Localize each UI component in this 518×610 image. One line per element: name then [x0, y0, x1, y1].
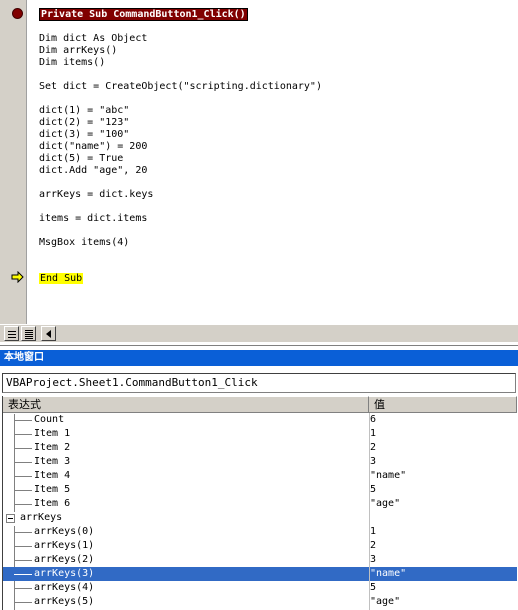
procedure-view-button[interactable] [4, 326, 19, 341]
row-value: "age" [370, 596, 401, 607]
context-path: VBAProject.Sheet1.CommandButton1_Click [2, 373, 516, 393]
scroll-left-arrow-icon[interactable] [41, 326, 56, 341]
row-value: 1 [370, 526, 377, 537]
full-module-view-button[interactable] [21, 326, 36, 341]
code-line[interactable]: dict(3) = "100" [39, 129, 129, 141]
code-line-breakpoint[interactable]: Private Sub CommandButton1_Click() [39, 8, 248, 21]
execution-arrow-icon [11, 271, 24, 283]
row-value: 6 [370, 414, 377, 425]
table-row-selected[interactable]: arrKeys(3) "name" [3, 567, 517, 581]
row-value: "name" [370, 568, 407, 579]
table-row[interactable]: arrKeys(4) 5 [3, 581, 517, 595]
code-line[interactable]: arrKeys = dict.keys [39, 189, 153, 201]
code-line[interactable]: dict(5) = True [39, 153, 123, 165]
table-row[interactable]: Item 5 5 [3, 483, 517, 497]
breakpoint-icon[interactable] [12, 8, 23, 19]
code-line[interactable]: Dim items() [39, 57, 105, 69]
code-line[interactable]: Set dict = CreateObject("scripting.dicti… [39, 81, 322, 93]
row-expression: Item 5 [34, 484, 71, 495]
collapse-icon[interactable] [6, 514, 15, 523]
row-value: 1 [370, 428, 377, 439]
row-expression: arrKeys(5) [34, 596, 95, 607]
row-value: 5 [370, 484, 377, 495]
row-value: 5 [370, 582, 377, 593]
code-line[interactable]: dict(2) = "123" [39, 117, 129, 129]
table-row[interactable]: arrKeys(5) "age" [3, 595, 517, 609]
table-row[interactable]: arrKeys(1) 2 [3, 539, 517, 553]
row-expression: Item 2 [34, 442, 71, 453]
row-expression: arrKeys(3) [34, 568, 95, 579]
row-expression: Item 6 [34, 498, 71, 509]
code-editor[interactable]: Private Sub CommandButton1_Click() Dim d… [0, 0, 518, 346]
row-value: 2 [370, 540, 377, 551]
row-expression: Item 1 [34, 428, 71, 439]
row-value: 3 [370, 554, 377, 565]
locals-grid[interactable]: 表达式 值 Count 6 Item 1 1 Item 2 2 Item 3 3… [2, 396, 517, 610]
table-row[interactable]: Item 4 "name" [3, 469, 517, 483]
code-line[interactable]: MsgBox items(4) [39, 237, 129, 249]
table-row[interactable]: Count 6 [3, 413, 517, 427]
code-line[interactable]: dict.Add "age", 20 [39, 165, 147, 177]
row-value: 2 [370, 442, 377, 453]
horizontal-scrollbar[interactable] [0, 324, 518, 342]
row-expression: Item 4 [34, 470, 71, 481]
table-row[interactable]: Item 3 3 [3, 455, 517, 469]
row-value: 3 [370, 456, 377, 467]
code-line[interactable]: items = dict.items [39, 213, 147, 225]
table-row[interactable]: Item 1 1 [3, 427, 517, 441]
row-expression: arrKeys(0) [34, 526, 95, 537]
code-line[interactable]: Dim dict As Object [39, 33, 147, 45]
table-row[interactable]: arrKeys [3, 511, 517, 525]
column-header-row: 表达式 值 [3, 396, 517, 413]
row-expression: arrKeys(2) [34, 554, 95, 565]
column-header-value[interactable]: 值 [369, 396, 517, 413]
code-line[interactable]: Dim arrKeys() [39, 45, 117, 57]
row-value: "name" [370, 470, 407, 481]
row-expression: arrKeys [20, 512, 63, 523]
margin-indicator-bar[interactable] [0, 0, 27, 324]
table-row[interactable]: arrKeys(0) 1 [3, 525, 517, 539]
table-row[interactable]: Item 6 "age" [3, 497, 517, 511]
row-expression: arrKeys(4) [34, 582, 95, 593]
code-line-current[interactable]: End Sub [39, 273, 84, 284]
row-expression: arrKeys(1) [34, 540, 95, 551]
column-divider [369, 413, 370, 610]
locals-window-title[interactable]: 本地窗口 [0, 350, 518, 366]
row-value: "age" [370, 498, 401, 509]
code-line[interactable]: dict("name") = 200 [39, 141, 147, 153]
row-expression: Count [34, 414, 65, 425]
column-header-expression[interactable]: 表达式 [3, 396, 369, 413]
table-row[interactable]: Item 2 2 [3, 441, 517, 455]
table-row[interactable]: arrKeys(2) 3 [3, 553, 517, 567]
code-line[interactable]: dict(1) = "abc" [39, 105, 129, 117]
row-expression: Item 3 [34, 456, 71, 467]
